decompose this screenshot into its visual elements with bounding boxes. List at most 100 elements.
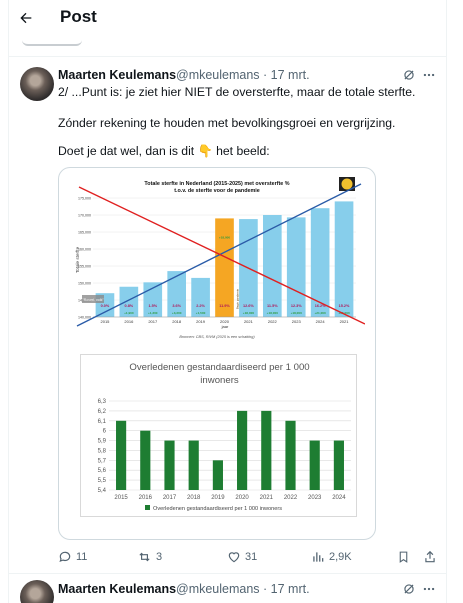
chart1-bar	[334, 201, 354, 317]
standardized-deaths-chart-frame: Overledenen gestandaardiseerd per 1 000 …	[80, 354, 357, 517]
chart2-x-tick-label: 2024	[332, 495, 346, 501]
chart1-y-tick-label: 150,000	[78, 281, 91, 285]
chart1-increase-label: +1,500	[196, 311, 206, 315]
top-bar: Post	[0, 0, 463, 38]
chart2-x-tick-label: 2021	[260, 495, 274, 501]
views-button[interactable]: 2,9K	[311, 548, 352, 566]
chart2-bar	[237, 410, 248, 490]
chart2-x-tick-label: 2016	[139, 495, 153, 501]
chart2-x-tick-label: 2022	[284, 495, 298, 501]
chart1-increase-label: +18,000	[267, 311, 279, 315]
repost-count: 3	[156, 551, 163, 563]
back-button[interactable]	[14, 6, 38, 30]
chart1-x-tick-label: 2015	[101, 319, 111, 324]
chart2-bar	[116, 420, 127, 490]
share-icon	[425, 550, 435, 563]
arrow-left-icon	[20, 12, 32, 24]
post-media[interactable]: Totale sterfte in Nederland (2015-2025) …	[58, 167, 376, 540]
post-actions: 11 3 31 2,9K	[58, 548, 443, 566]
column-border-right	[446, 0, 447, 603]
view-count: 2,9K	[329, 551, 352, 563]
chart2-bar	[164, 440, 175, 490]
more-options-icon[interactable]	[420, 66, 438, 84]
chart2-y-tick-label: 6	[103, 429, 107, 435]
post-text-line-3: Doet je dat wel, dan is dit 👇 het beeld:	[58, 144, 270, 158]
chart2-x-tick-label: 2023	[308, 495, 322, 501]
reply-icon	[59, 551, 71, 563]
reply-count: 11	[76, 551, 88, 563]
chart1-y-tick-label: 170,000	[78, 213, 91, 217]
chart2-bar	[188, 440, 199, 490]
divider	[8, 56, 446, 57]
total-deaths-chart: Totale sterfte in Nederland (2015-2025) …	[69, 176, 365, 352]
chart1-increase-label: +3,300	[172, 311, 182, 315]
chart1-title: Totale sterfte in Nederland (2015-2025) …	[144, 181, 289, 187]
chart2-y-tick-label: 5,4	[98, 488, 107, 494]
chart1-bar	[286, 217, 306, 317]
chart1-y-tick-label: 165,000	[78, 230, 91, 234]
chart1-increase-label: +1,900	[124, 311, 134, 315]
chart1-x-tick-label: 2021	[244, 319, 254, 324]
chart2-y-tick-label: 6,3	[98, 399, 107, 405]
chart2-x-tick-label: 2017	[163, 495, 177, 501]
chart2-bar	[261, 410, 272, 490]
more-options-icon[interactable]	[420, 580, 438, 598]
chart1-percent-label: 1.5%	[148, 304, 157, 308]
share-button[interactable]	[423, 548, 437, 566]
chart1-x-tick-label: 2024	[316, 319, 326, 324]
like-button[interactable]: 31	[227, 548, 257, 566]
chart2-bar	[140, 430, 151, 490]
chart1-x-tick-label: 2021	[340, 319, 350, 324]
bookmark-icon	[399, 551, 408, 563]
chart1-y-tick-label: 160,000	[78, 247, 91, 251]
chart1-percent-label: 12.3%	[291, 304, 302, 308]
avatar[interactable]	[20, 67, 54, 101]
chart1-percent-label: 11.9%	[219, 304, 230, 308]
chart1-percent-label: 3.6%	[172, 304, 181, 308]
chart2-y-tick-label: 5,5	[98, 478, 107, 484]
reply-button[interactable]: 11	[58, 548, 87, 566]
svg-text:“Roverl. volk”: “Roverl. volk”	[82, 298, 104, 302]
chart1-x-sublabel: jaar	[221, 324, 229, 329]
chart1-x-tick-label: 2022	[268, 319, 278, 324]
bookmark-button[interactable]	[397, 548, 410, 566]
chart1-x-tick-label: 2019	[196, 319, 206, 324]
chart2-bar	[333, 440, 344, 490]
post-text-line-1: 2/ ...Punt is: je ziet hier NIET de over…	[58, 85, 416, 99]
previous-post-edge	[16, 38, 446, 52]
chart1-increase-label: +21,000	[314, 311, 326, 315]
grok-icon[interactable]	[400, 580, 418, 598]
chart2-x-tick-label: 2020	[235, 495, 249, 501]
chart2-y-tick-label: 5,8	[98, 448, 107, 454]
repost-button[interactable]: 3	[137, 548, 162, 566]
chart1-percent-label: 0.0%	[101, 304, 110, 308]
chart2-legend-label: Overledenen gestandaardiseerd per 1 000 …	[153, 506, 282, 512]
chart1-bar-note: Begin pandemie	[236, 288, 240, 309]
chart2-x-tick-label: 2018	[187, 495, 201, 501]
chart1-increase-label: +18,000	[243, 311, 255, 315]
page-title: Post	[60, 7, 97, 26]
author-handle-date[interactable]: @mkeulemans · 17 mrt.	[176, 68, 310, 82]
chart1-bar	[310, 208, 330, 317]
next-author-handle-date[interactable]: @mkeulemans · 17 mrt.	[176, 582, 310, 596]
heart-icon	[228, 552, 240, 563]
chart1-subtitle: t.o.v. de sterfte voor de pandemie	[174, 188, 260, 194]
chart1-bar	[215, 218, 234, 317]
chart1-percent-label: 2.2%	[196, 304, 205, 308]
repost-icon	[139, 552, 150, 562]
chart1-percent-label: 11.5%	[267, 304, 278, 308]
note-box: “Roverl. volk”	[82, 295, 104, 303]
author-name[interactable]: Maarten Keulemans	[58, 68, 176, 82]
chart1-bar	[262, 215, 282, 317]
avatar[interactable]	[20, 580, 54, 603]
chart2-y-tick-label: 6,2	[98, 409, 107, 415]
analytics-icon	[313, 552, 324, 562]
chart1-x-tick-label: 2017	[148, 319, 158, 324]
next-author-name[interactable]: Maarten Keulemans	[58, 582, 176, 596]
grok-icon[interactable]	[400, 66, 418, 84]
column-border-left	[8, 0, 9, 603]
chart2-y-tick-label: 5,9	[98, 439, 107, 445]
standardized-deaths-chart: Overledenen gestandaardiseerd per 1 000 …	[98, 362, 351, 512]
chart1-x-tick-label: 2016	[124, 319, 134, 324]
chart2-legend: Overledenen gestandaardiseerd per 1 000 …	[145, 505, 282, 512]
